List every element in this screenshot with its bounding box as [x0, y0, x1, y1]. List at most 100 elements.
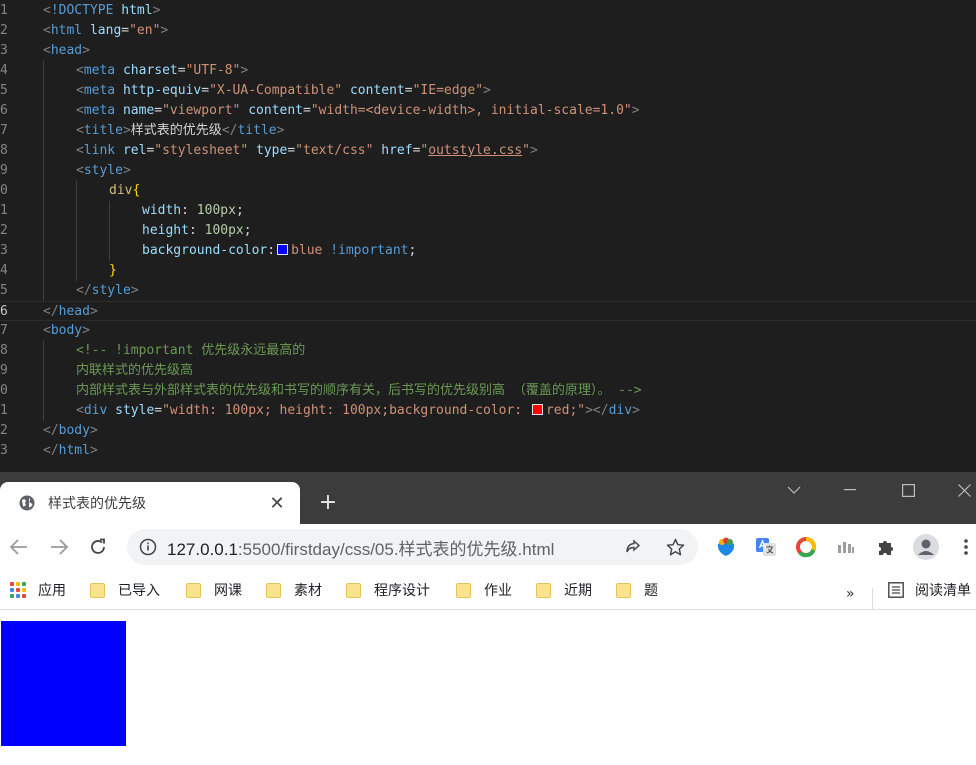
code-line[interactable]: 6 </head>: [0, 301, 976, 321]
translate-icon[interactable]: [754, 535, 778, 559]
minimize-icon[interactable]: [828, 472, 872, 508]
line-number: 2: [0, 23, 8, 38]
close-window-icon[interactable]: [942, 472, 976, 508]
address-bar[interactable]: 127.0.0.1:5500/firstday/css/05.样式表的优先级.h…: [127, 529, 698, 565]
code-text: 内部样式表与外部样式表的优先级和书写的顺序有关，后书写的优先级别高 （覆盖的原理…: [76, 381, 642, 401]
code-token: "text/css": [295, 143, 374, 158]
code-token: :: [267, 243, 276, 258]
code-line[interactable]: 9 <style>: [0, 161, 976, 181]
bookmark-item[interactable]: 程序设计: [346, 578, 430, 602]
bookmark-item[interactable]: 近期: [536, 578, 592, 602]
bookmark-item[interactable]: 作业: [456, 578, 512, 602]
code-line[interactable]: 6 <meta name="viewport" content="width=<d…: [0, 101, 976, 121]
rendered-div-box: [1, 621, 126, 746]
code-line[interactable]: 5 <meta http-equiv="X-UA-Compatible" cont…: [0, 81, 976, 101]
code-token: >: [82, 323, 90, 338]
reading-list-icon: [888, 582, 904, 598]
reading-list-button[interactable]: 阅读清单: [888, 578, 971, 602]
tab-active[interactable]: 样式表的优先级 ✕: [0, 482, 300, 524]
line-number: 4: [0, 63, 8, 78]
bookmarks-overflow-icon[interactable]: »: [846, 586, 855, 602]
code-line[interactable]: 8 <link rel="stylesheet" type="text/css" …: [0, 141, 976, 161]
code-token: <: [76, 63, 84, 78]
code-line[interactable]: 7 <body>: [0, 321, 976, 341]
bookmark-label: 网课: [214, 583, 242, 599]
globe-icon: [19, 495, 35, 511]
folder-icon: [456, 582, 471, 598]
code-line[interactable]: 8 <!-- !important 优先级永远最高的: [0, 341, 976, 361]
code-editor[interactable]: 1 <!DOCTYPE html> 2 <html lang="en"> 3 <head>…: [0, 0, 976, 472]
stats-extension-icon[interactable]: [834, 535, 858, 559]
code-text: <!DOCTYPE html>: [43, 1, 160, 21]
code-token: <: [76, 403, 84, 418]
code-line[interactable]: 4 <meta charset="UTF-8">: [0, 61, 976, 81]
page-viewport: [0, 611, 976, 765]
code-line[interactable]: 5 </style>: [0, 281, 976, 301]
line-number: 2: [0, 423, 8, 438]
line-number: 7: [0, 123, 8, 138]
bookmark-item[interactable]: 网课: [186, 578, 242, 602]
code-token: :: [188, 223, 205, 238]
code-line[interactable]: 0 div{: [0, 181, 976, 201]
tab-close-icon[interactable]: ✕: [266, 492, 288, 514]
code-token: http-equiv: [122, 83, 202, 98]
new-tab-button[interactable]: +: [312, 486, 344, 518]
menu-kebab-icon[interactable]: [954, 535, 976, 559]
bookmark-item[interactable]: 应用: [10, 578, 66, 602]
line-number: 1: [0, 403, 8, 418]
code-token: html: [50, 23, 83, 38]
bookmark-item[interactable]: 已导入: [90, 578, 160, 602]
code-token: >: [89, 304, 98, 319]
code-text: width: 100px;: [142, 201, 244, 221]
code-line[interactable]: 2 height: 100px;: [0, 221, 976, 241]
code-token: 100px: [196, 203, 236, 218]
code-text: <html lang="en">: [43, 21, 168, 41]
code-line[interactable]: 1 <!DOCTYPE html>: [0, 1, 976, 21]
code-token: style: [91, 283, 131, 298]
code-token: <: [76, 143, 84, 158]
code-token: </: [221, 123, 238, 138]
tab-search-icon[interactable]: [772, 472, 816, 508]
code-token: >: [89, 443, 98, 458]
info-icon[interactable]: [139, 538, 157, 556]
line-number: 3: [0, 43, 8, 58]
color-swatch-icon: [531, 404, 543, 415]
maximize-icon[interactable]: [886, 472, 930, 508]
bookmark-item[interactable]: 素材: [266, 578, 322, 602]
code-token: height: [142, 223, 189, 238]
back-icon[interactable]: [5, 533, 33, 561]
code-token: <: [43, 43, 51, 58]
code-line[interactable]: 2 </body>: [0, 421, 976, 441]
reload-icon[interactable]: [84, 533, 112, 561]
puzzle-extensions-icon[interactable]: [874, 535, 898, 559]
forward-icon[interactable]: [45, 533, 73, 561]
bookmark-item[interactable]: 题: [616, 578, 658, 602]
code-token: div: [83, 403, 108, 418]
bookmark-label: 作业: [484, 583, 512, 599]
code-line[interactable]: 3 <head>: [0, 41, 976, 61]
code-line[interactable]: 9 内联样式的优先级高: [0, 361, 976, 381]
code-line[interactable]: 3 </html>: [0, 441, 976, 461]
line-number: 3: [0, 243, 8, 258]
code-line[interactable]: 1 width: 100px;: [0, 201, 976, 221]
code-line[interactable]: 4}: [0, 261, 976, 281]
ring-extension-icon[interactable]: [794, 535, 818, 559]
code-line[interactable]: 3 background-color: blue !important;: [0, 241, 976, 261]
code-line[interactable]: 7 <title>样式表的优先级</title>: [0, 121, 976, 141]
share-icon[interactable]: [623, 537, 643, 557]
code-line[interactable]: 0 内部样式表与外部样式表的优先级和书写的顺序有关，后书写的优先级别高 （覆盖的原…: [0, 381, 976, 401]
bookmark-star-icon[interactable]: [665, 537, 685, 557]
code-line[interactable]: 2 <html lang="en">: [0, 21, 976, 41]
code-token: href: [381, 143, 413, 158]
code-token: </: [43, 304, 59, 319]
folder-icon: [536, 582, 551, 598]
line-number: 9: [0, 363, 8, 378]
extension-colorful-icon[interactable]: [714, 535, 738, 559]
profile-avatar-icon[interactable]: [912, 533, 940, 561]
folder-icon: [346, 582, 361, 598]
code-token: ": [522, 143, 530, 158]
code-line[interactable]: 1 <div style="width: 100px; height: 100px…: [0, 401, 976, 421]
